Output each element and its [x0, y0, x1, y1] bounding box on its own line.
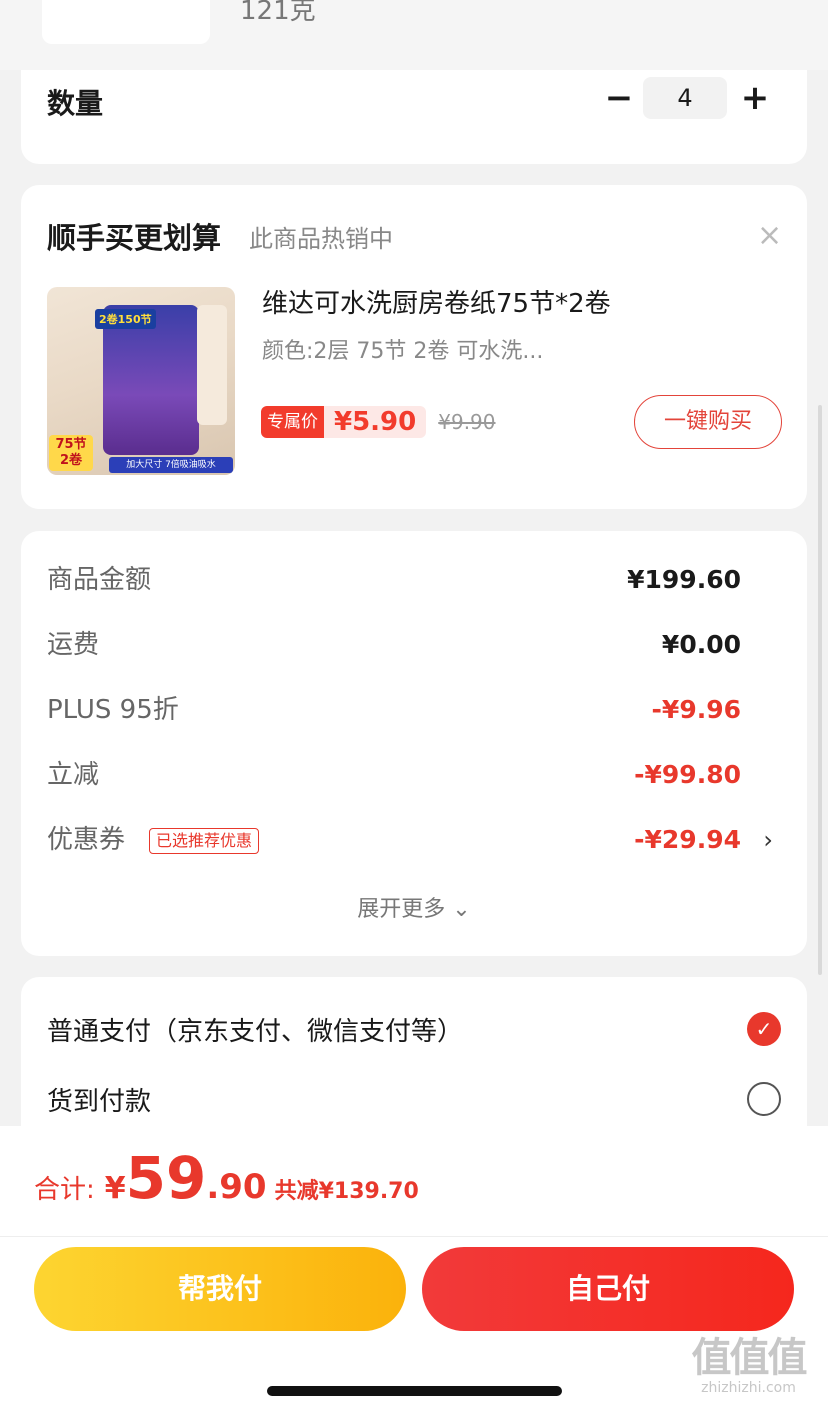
upsell-card: 顺手买更划算 此商品热销中 × 2卷150节 75节 2卷 加大尺寸 7倍吸油吸…: [21, 185, 807, 509]
summary-row: 立减 -¥99.80: [47, 755, 765, 795]
upsell-subtitle: 此商品热销中: [249, 225, 393, 253]
radio-checked-icon[interactable]: ✓: [747, 1012, 781, 1046]
upsell-price: 专属价 ¥5.90 ¥9.90: [261, 405, 496, 439]
help-me-pay-button[interactable]: 帮我付: [34, 1247, 406, 1331]
divider: [0, 1236, 828, 1237]
checkout-bar: 合计: ¥ 59 .90 共减¥139.70 帮我付 自己付 值值值 zhizh…: [0, 1126, 828, 1416]
original-price: ¥9.90: [438, 410, 496, 434]
upsell-product-spec: 颜色:2层 75节 2卷 可水洗...: [262, 339, 544, 364]
upsell-title: 顺手买更划算: [47, 221, 222, 255]
quantity-input[interactable]: 4: [643, 77, 727, 119]
price-summary-card: 商品金额 ¥199.60 运费 ¥0.00 PLUS 95折 -¥9.96 立减…: [21, 531, 807, 956]
total-amount: 合计: ¥ 59 .90 共减¥139.70: [34, 1144, 419, 1224]
site-watermark: 值值值 zhizhizhi.com: [676, 1336, 821, 1396]
product-weight: 121克: [240, 0, 316, 26]
upsell-product-image[interactable]: 2卷150节 75节 2卷 加大尺寸 7倍吸油吸水: [47, 287, 235, 475]
scrollbar[interactable]: [818, 405, 822, 975]
pay-myself-button[interactable]: 自己付: [422, 1247, 794, 1331]
expand-more-button[interactable]: 展开更多 ⌄: [21, 891, 807, 923]
coupon-recommended-tag: 已选推荐优惠: [149, 828, 260, 854]
summary-row: 运费 ¥0.00: [47, 625, 765, 665]
quantity-plus-button[interactable]: +: [737, 76, 773, 120]
coupon-row[interactable]: 优惠券 已选推荐优惠 -¥29.94 ›: [47, 820, 773, 860]
upsell-product-name[interactable]: 维达可水洗厨房卷纸75节*2卷: [262, 283, 611, 320]
total-label: 合计:: [34, 1175, 95, 1205]
payment-method-card: 普通支付（京东支付、微信支付等） ✓ 货到付款: [21, 977, 807, 1137]
exclusive-price-tag: 专属价: [261, 406, 324, 438]
previous-item-strip: 121克: [0, 0, 828, 70]
product-count-line2: 2卷: [59, 453, 83, 468]
payment-option-label[interactable]: 普通支付（京东支付、微信支付等）: [47, 1011, 463, 1048]
quantity-label: 数量: [47, 87, 104, 120]
exclusive-price-value: ¥5.90: [324, 406, 427, 438]
summary-row-value: -¥29.94: [634, 825, 741, 854]
total-decimal: .90: [206, 1167, 267, 1207]
product-thumbnail: [42, 0, 210, 44]
summary-row-label: 运费: [47, 630, 100, 660]
radio-unchecked-icon[interactable]: [747, 1082, 781, 1116]
summary-row-label: PLUS 95折: [47, 695, 179, 725]
summary-row: 商品金额 ¥199.60: [47, 560, 765, 600]
home-indicator[interactable]: [267, 1386, 562, 1396]
product-count-badge: 75节 2卷: [49, 435, 93, 471]
summary-row-label: 商品金额: [47, 565, 152, 595]
one-click-buy-button[interactable]: 一键购买: [634, 395, 782, 449]
product-roll-graphic: [197, 305, 227, 425]
summary-row: PLUS 95折 -¥9.96: [47, 690, 765, 730]
summary-row-label: 优惠券: [47, 825, 126, 855]
quantity-minus-button[interactable]: −: [601, 76, 637, 120]
chevron-right-icon: ›: [763, 826, 773, 854]
quantity-card: 数量 − 4 +: [21, 70, 807, 164]
product-image-badge: 2卷150节: [95, 309, 156, 329]
watermark-url: zhizhizhi.com: [701, 1380, 796, 1396]
summary-row-label: 立减: [47, 760, 100, 790]
total-integer: 59: [125, 1144, 207, 1212]
watermark-logo: 值值值: [691, 1335, 808, 1381]
product-count-line1: 75节: [55, 437, 87, 452]
total-currency: ¥: [104, 1171, 126, 1206]
summary-row-value: ¥0.00: [661, 630, 741, 659]
summary-row-value: -¥99.80: [634, 760, 741, 789]
summary-row-value: ¥199.60: [627, 565, 741, 594]
total-saved: 共减¥139.70: [274, 1179, 419, 1204]
close-icon[interactable]: ×: [757, 221, 782, 251]
summary-row-value: -¥9.96: [651, 695, 741, 724]
product-image-strip: 加大尺寸 7倍吸油吸水: [109, 457, 233, 473]
payment-option-label[interactable]: 货到付款: [47, 1081, 151, 1118]
